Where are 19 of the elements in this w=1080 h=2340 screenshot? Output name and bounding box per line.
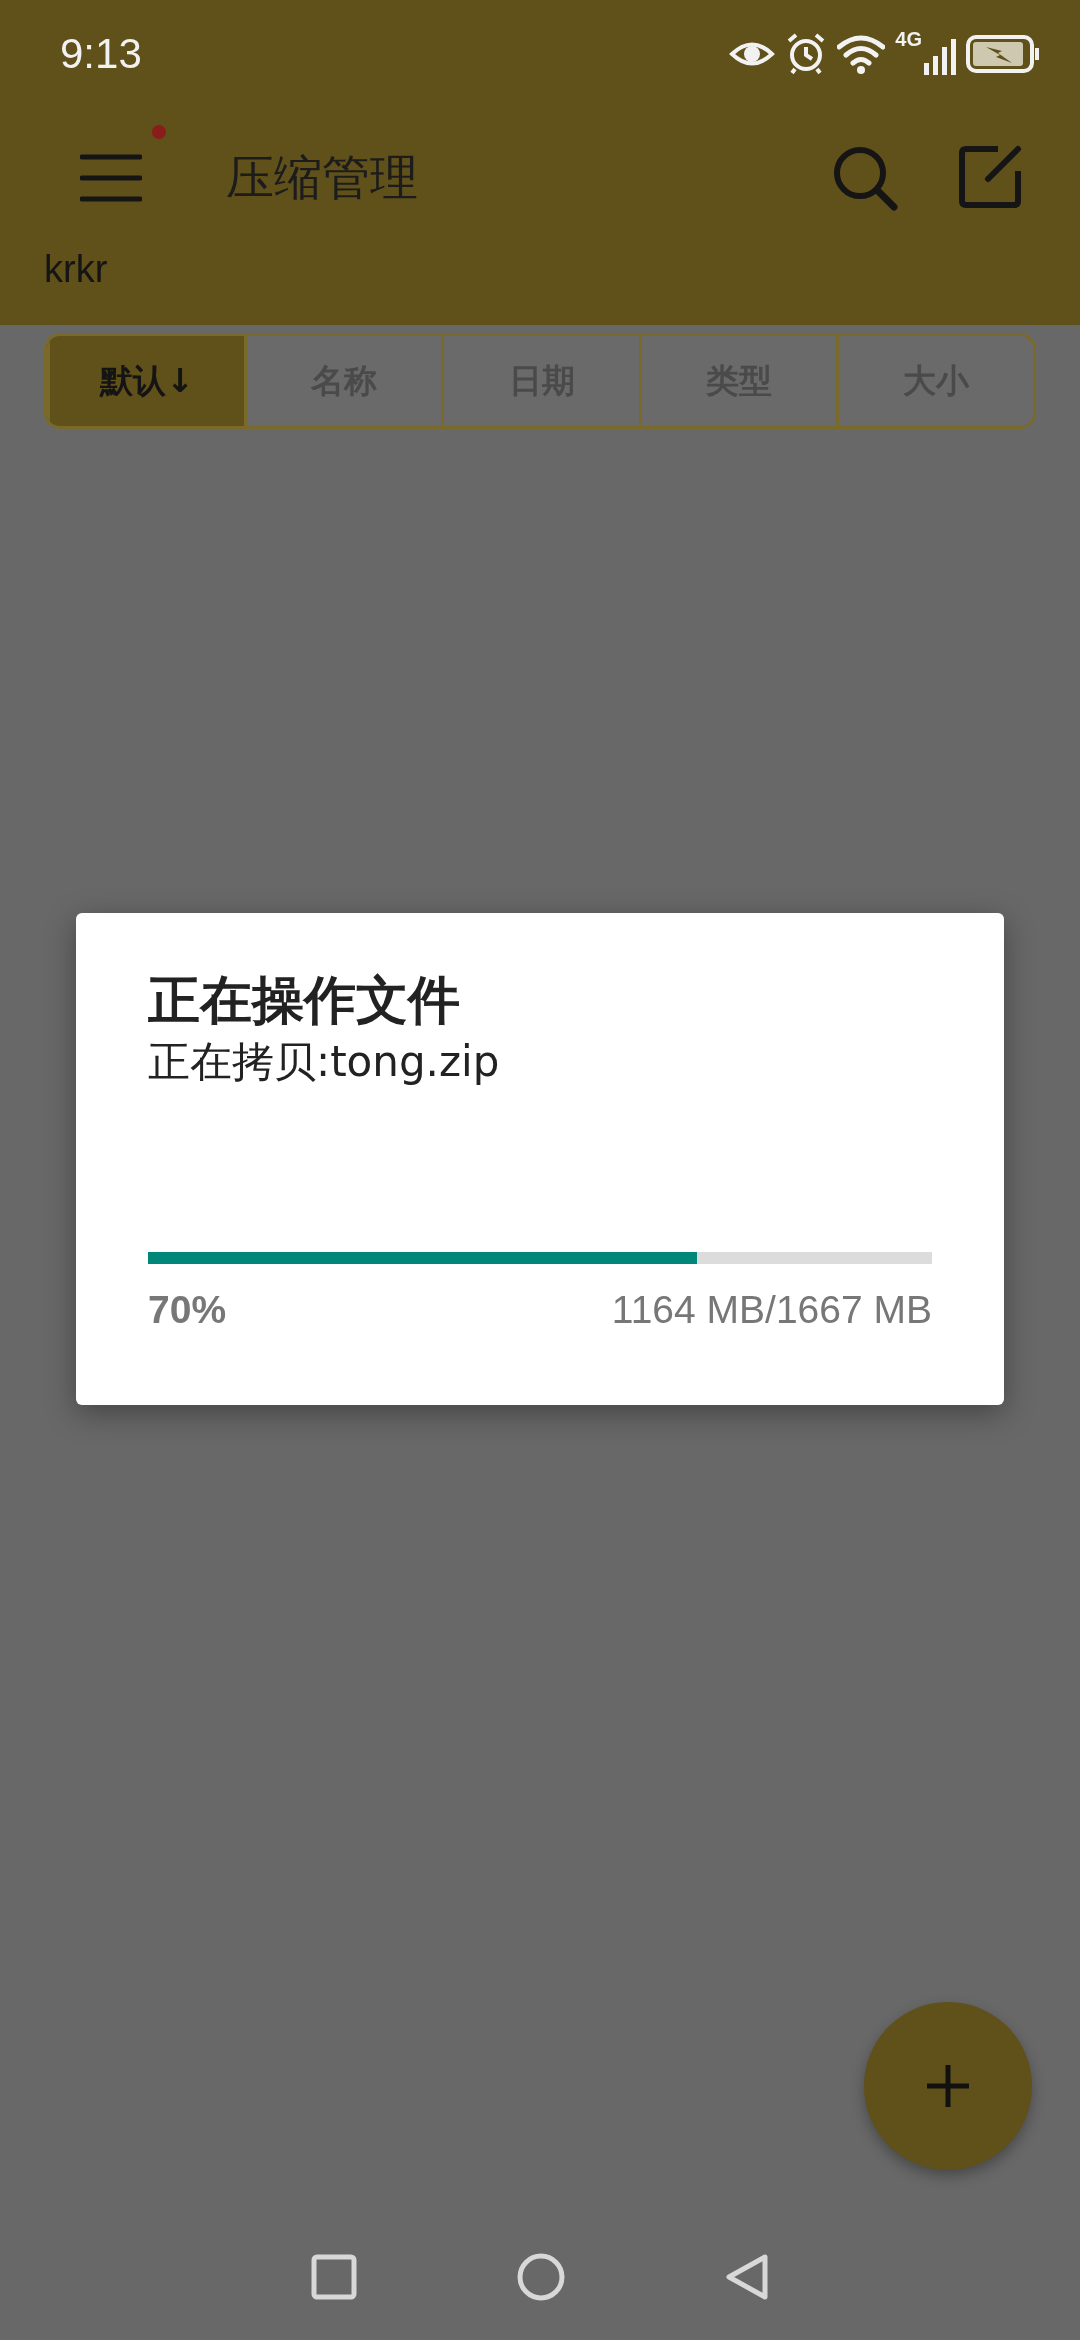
sort-tab[interactable]: 默认↓ — [47, 336, 245, 426]
signal-icon — [924, 37, 956, 75]
menu-icon[interactable] — [80, 153, 142, 203]
battery-icon — [966, 35, 1040, 73]
progress-size: 1164 MB/1667 MB — [611, 1287, 932, 1332]
dialog-title: 正在操作文件 — [148, 969, 461, 1032]
search-icon[interactable] — [832, 145, 898, 211]
progress-percent: 70% — [148, 1287, 227, 1332]
edit-icon[interactable] — [958, 145, 1022, 209]
plus-icon — [927, 2065, 969, 2107]
wifi-icon — [837, 33, 886, 75]
app-title: 压缩管理 — [226, 148, 419, 207]
recents-icon[interactable] — [311, 2254, 357, 2300]
back-icon[interactable] — [725, 2253, 769, 2301]
status-time: 9:13 — [60, 30, 143, 78]
network-type: 4G — [895, 29, 922, 49]
home-icon[interactable] — [517, 2253, 565, 2301]
folder-path: krkr — [44, 248, 109, 291]
dialog-message: 正在拷贝:tong.zip — [148, 1037, 501, 1088]
